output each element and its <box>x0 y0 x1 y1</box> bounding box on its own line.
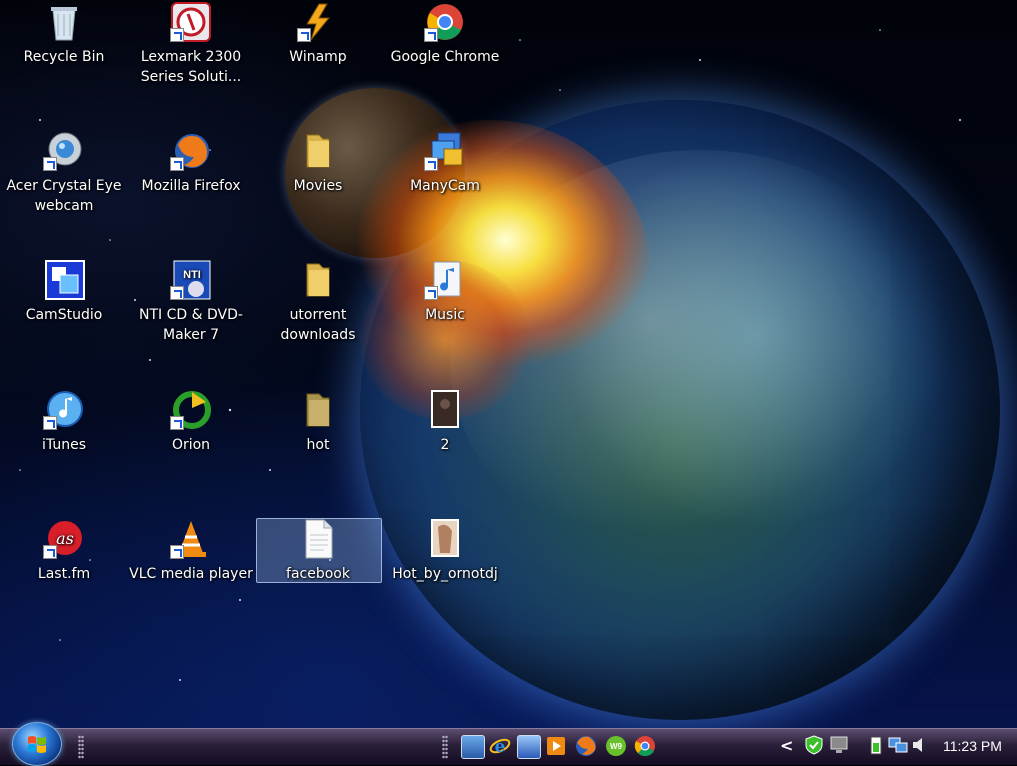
shortcut-arrow-icon <box>170 28 184 42</box>
desktop-icon-recycle-bin[interactable]: Recycle Bin <box>2 2 126 67</box>
desktop-icon-movies[interactable]: Movies <box>256 131 380 196</box>
clock[interactable]: 11:23 PM <box>943 738 1002 754</box>
svg-text:W9: W9 <box>610 742 623 751</box>
desktop-icon-facebook[interactable]: facebook <box>256 519 380 584</box>
lexmark-icon <box>170 2 212 42</box>
camstudio-icon <box>43 260 85 300</box>
text-file-icon <box>297 519 339 559</box>
shortcut-arrow-icon <box>424 157 438 171</box>
desktop-icon-lexmark[interactable]: Lexmark 2300 Series Soluti... <box>129 2 253 87</box>
icon-label: utorrent downloads <box>280 307 356 343</box>
desktop-icon-itunes[interactable]: iTunes <box>2 390 126 455</box>
icon-label: facebook <box>286 566 350 582</box>
desktop-icon-lastfm[interactable]: as Last.fm <box>2 519 126 584</box>
desktop-icon-orion[interactable]: Orion <box>129 390 253 455</box>
icon-label: NTI CD & DVD-Maker 7 <box>139 307 243 343</box>
monitor-icon[interactable] <box>829 735 849 755</box>
shortcut-arrow-icon <box>43 545 57 559</box>
shortcut-arrow-icon <box>43 416 57 430</box>
svg-text:e: e <box>495 737 506 757</box>
quicklaunch-grip[interactable] <box>442 735 448 759</box>
orion-icon <box>170 390 212 430</box>
icon-label: ManyCam <box>410 178 480 194</box>
desktop-icon-nti-cd-dvd-maker[interactable]: NTI NTI CD & DVD-Maker 7 <box>129 260 253 345</box>
show-desktop-icon[interactable] <box>461 735 485 759</box>
manycam-icon <box>424 131 466 171</box>
w-2009-icon[interactable]: W9 <box>605 735 627 757</box>
icon-label: hot <box>306 437 330 453</box>
icon-label: iTunes <box>42 437 86 453</box>
nti-icon: NTI <box>170 260 212 300</box>
shortcut-arrow-icon <box>43 157 57 171</box>
shortcut-arrow-icon <box>170 157 184 171</box>
icon-label: Movies <box>293 178 343 194</box>
desktop-icon-google-chrome[interactable]: Google Chrome <box>383 2 507 67</box>
icon-label: VLC media player <box>129 566 253 582</box>
desktop-icon-mozilla-firefox[interactable]: Mozilla Firefox <box>129 131 253 196</box>
icon-label: Music <box>425 307 465 323</box>
icon-label: Mozilla Firefox <box>141 178 241 194</box>
shortcut-arrow-icon <box>170 286 184 300</box>
icon-label: Hot_by_ornotdj <box>392 566 498 582</box>
shortcut-arrow-icon <box>424 286 438 300</box>
desktop-icon-camstudio[interactable]: CamStudio <box>2 260 126 325</box>
shortcut-arrow-icon <box>297 28 311 42</box>
svg-text:NTI: NTI <box>183 269 201 281</box>
desktop-icon-music[interactable]: Music <box>383 260 507 325</box>
icon-label: 2 <box>440 437 450 453</box>
svg-text:as: as <box>56 529 74 548</box>
chrome-icon[interactable] <box>634 735 656 757</box>
icon-label: Google Chrome <box>390 49 500 65</box>
start-button[interactable] <box>12 722 62 766</box>
icon-label: Last.fm <box>37 566 91 582</box>
chrome-icon <box>424 2 466 42</box>
media-player-icon[interactable] <box>545 735 567 757</box>
desktop-icon-manycam[interactable]: ManyCam <box>383 131 507 196</box>
image-thumbnail-icon <box>424 390 466 430</box>
firefox-icon[interactable] <box>575 735 597 757</box>
desktop-icon-vlc[interactable]: VLC media player <box>129 519 253 584</box>
webcam-icon <box>43 131 85 171</box>
shortcut-arrow-icon <box>170 545 184 559</box>
network-icon[interactable] <box>888 735 908 755</box>
icon-label: Winamp <box>289 49 347 65</box>
desktop-icon-hot[interactable]: hot <box>256 390 380 455</box>
switch-windows-icon[interactable] <box>517 735 541 759</box>
shortcut-arrow-icon <box>170 416 184 430</box>
firefox-icon <box>170 131 212 171</box>
desktop-icon-winamp[interactable]: Winamp <box>256 2 380 67</box>
winamp-icon <box>297 2 339 42</box>
icon-label: Recycle Bin <box>23 49 105 65</box>
vlc-icon <box>170 519 212 559</box>
recycle-bin-icon <box>43 2 85 42</box>
image-thumbnail-icon <box>424 519 466 559</box>
desktop-icon-utorrent-downloads[interactable]: utorrent downloads <box>256 260 380 345</box>
battery-icon[interactable] <box>866 735 886 755</box>
icon-label: Lexmark 2300 Series Soluti... <box>140 49 242 85</box>
desktop-wallpaper <box>0 0 1017 728</box>
icon-label: CamStudio <box>25 307 103 323</box>
desktop-icon-hot-by-ornotdj[interactable]: Hot_by_ornotdj <box>383 519 507 584</box>
itunes-icon <box>43 390 85 430</box>
internet-explorer-icon[interactable]: e <box>489 735 511 757</box>
lastfm-icon: as <box>43 519 85 559</box>
desktop-icon-2[interactable]: 2 <box>383 390 507 455</box>
green-shield-icon[interactable] <box>804 735 824 755</box>
icon-label: Orion <box>171 437 211 453</box>
folder-icon <box>297 390 339 430</box>
desktop-icon-acer-crystal-eye[interactable]: Acer Crystal Eye webcam <box>2 131 126 216</box>
shortcut-arrow-icon <box>424 28 438 42</box>
start-orb-icon <box>28 736 46 753</box>
music-shortcut-icon <box>424 260 466 300</box>
show-hidden-icons-button[interactable]: < <box>780 736 793 755</box>
taskbar-grip[interactable] <box>78 735 84 759</box>
folder-icon <box>297 131 339 171</box>
folder-icon <box>297 260 339 300</box>
icon-label: Acer Crystal Eye webcam <box>6 178 122 214</box>
volume-icon[interactable] <box>910 735 930 755</box>
